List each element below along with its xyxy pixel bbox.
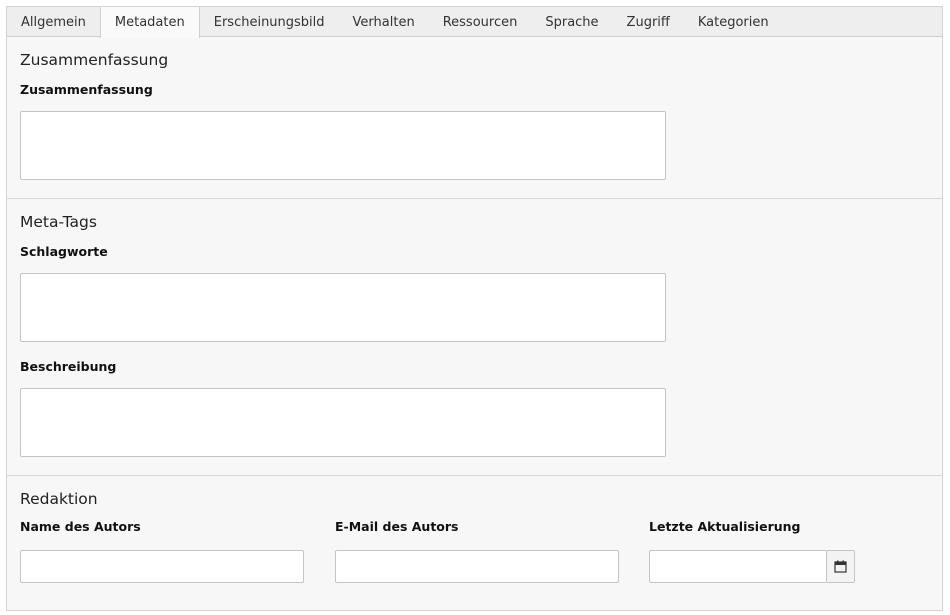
- section-meta-tags: Meta-Tags Schlagworte Beschreibung: [7, 198, 942, 475]
- tab-allgemein[interactable]: Allgemein: [7, 7, 100, 37]
- tab-ressourcen[interactable]: Ressourcen: [429, 7, 532, 37]
- section-summary: Zusammenfassung Zusammenfassung: [7, 37, 942, 198]
- tab-erscheinungsbild[interactable]: Erscheinungsbild: [200, 7, 339, 37]
- section-title-meta-tags: Meta-Tags: [20, 213, 97, 231]
- section-title-summary: Zusammenfassung: [20, 51, 169, 69]
- last-update-input[interactable]: [649, 550, 827, 583]
- tab-sprache[interactable]: Sprache: [531, 7, 612, 37]
- tab-metadaten[interactable]: Metadaten: [99, 7, 200, 38]
- calendar-icon: [834, 560, 847, 573]
- tab-bar: Allgemein Metadaten Erscheinungsbild Ver…: [6, 6, 943, 38]
- field-label-description: Beschreibung: [20, 359, 117, 374]
- field-label-summary: Zusammenfassung: [20, 82, 153, 97]
- field-label-author-name: Name des Autors: [20, 519, 141, 534]
- tab-verhalten[interactable]: Verhalten: [339, 7, 429, 37]
- keywords-textarea[interactable]: [20, 273, 666, 342]
- page-container: Allgemein Metadaten Erscheinungsbild Ver…: [6, 6, 943, 611]
- field-label-author-email: E-Mail des Autors: [335, 519, 459, 534]
- tab-kategorien[interactable]: Kategorien: [684, 7, 783, 37]
- section-editorial: Redaktion Name des Autors E-Mail des Aut…: [7, 475, 942, 610]
- description-textarea[interactable]: [20, 388, 666, 457]
- author-name-input[interactable]: [20, 550, 304, 583]
- author-email-input[interactable]: [335, 550, 619, 583]
- field-label-keywords: Schlagworte: [20, 244, 108, 259]
- tab-zugriff[interactable]: Zugriff: [613, 7, 684, 37]
- calendar-button[interactable]: [827, 550, 855, 583]
- tab-panel-metadaten: Zusammenfassung Zusammenfassung Meta-Tag…: [6, 37, 943, 611]
- section-title-editorial: Redaktion: [20, 490, 98, 508]
- field-label-last-update: Letzte Aktualisierung: [649, 519, 801, 534]
- summary-textarea[interactable]: [20, 111, 666, 180]
